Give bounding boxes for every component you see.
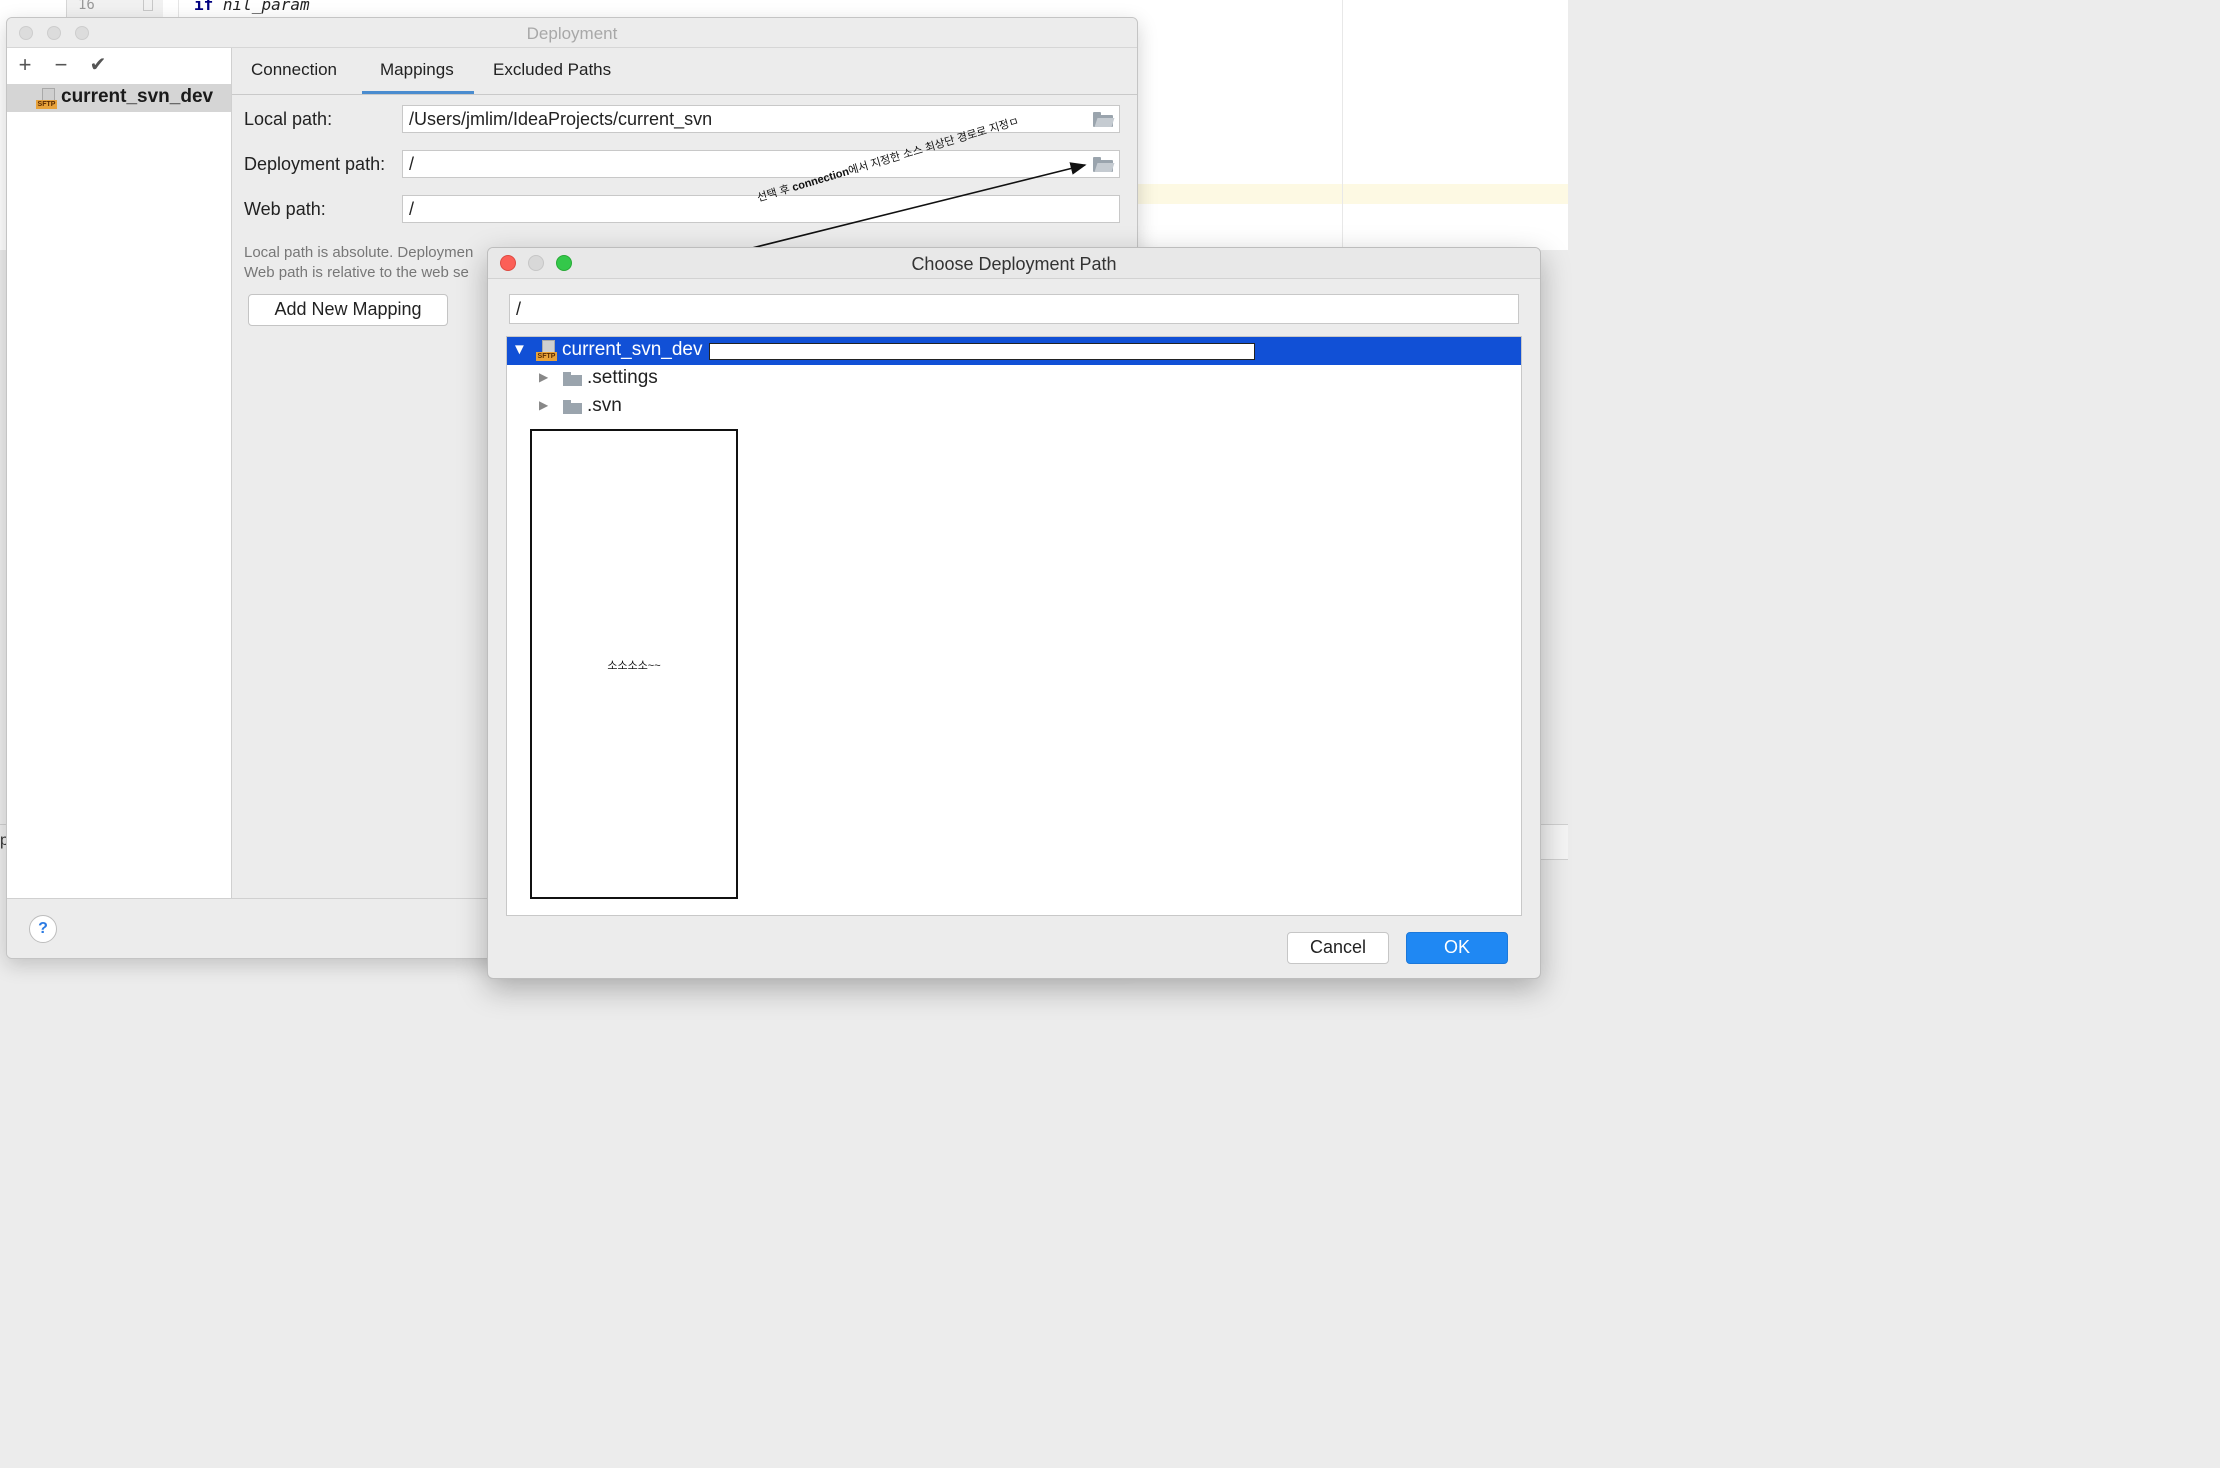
- code-keyword: if: [194, 0, 214, 14]
- active-tab-indicator: [362, 91, 474, 94]
- add-new-mapping-button[interactable]: Add New Mapping: [248, 294, 448, 326]
- tab-connection[interactable]: Connection: [251, 60, 337, 80]
- browse-folder-icon[interactable]: [1093, 157, 1115, 172]
- checkmark-icon[interactable]: ✔: [87, 54, 109, 76]
- gutter-separator: [178, 0, 179, 18]
- folder-icon: [563, 400, 582, 414]
- tree-item-settings[interactable]: ▶ .settings: [507, 365, 1521, 393]
- help-button[interactable]: ?: [29, 915, 57, 943]
- tree-root-label: current_svn_dev: [562, 339, 703, 360]
- code-line[interactable]: if nil_param: [194, 0, 310, 14]
- tab-bar: [232, 48, 1137, 95]
- deployment-titlebar: Deployment: [7, 18, 1137, 48]
- code-identifier: nil_param: [222, 0, 310, 14]
- expand-arrow-icon[interactable]: ▼: [512, 341, 527, 358]
- chooser-titlebar: Choose Deployment Path: [488, 248, 1540, 279]
- path-input[interactable]: /: [509, 294, 1519, 324]
- ok-button[interactable]: OK: [1406, 932, 1508, 964]
- current-line-highlight: [1136, 184, 1568, 204]
- line-number: 16: [78, 0, 95, 13]
- tab-mappings[interactable]: Mappings: [380, 60, 454, 80]
- tree-item-svn[interactable]: ▶ .svn: [507, 393, 1521, 421]
- mapping-help-line2: Web path is relative to the web se: [244, 264, 469, 281]
- server-list-sidebar: [7, 48, 232, 898]
- add-icon[interactable]: +: [14, 54, 36, 76]
- sftp-server-icon: SFTP: [36, 88, 58, 110]
- annotation-arrow: [751, 162, 1087, 249]
- window-title: Deployment: [526, 24, 618, 43]
- tree-item-label: .svn: [587, 395, 622, 416]
- tree-item-label: .settings: [587, 367, 658, 388]
- deployment-path-label: Deployment path:: [244, 154, 386, 174]
- local-path-label: Local path:: [244, 109, 333, 129]
- redacted-path-box: [709, 343, 1255, 360]
- choose-deployment-path-dialog: Choose Deployment Path / ▼ SFTP current_…: [487, 247, 1541, 979]
- tab-excluded-paths[interactable]: Excluded Paths: [493, 60, 611, 80]
- redaction-box: 소소소소~~: [530, 429, 738, 899]
- editor-bottom-strip: [1540, 824, 1568, 860]
- remote-file-tree[interactable]: ▼ SFTP current_svn_dev ▶ .settings ▶ .sv…: [506, 336, 1522, 916]
- mapping-help-line1: Local path is absolute. Deploymen: [244, 244, 474, 261]
- redaction-label: 소소소소~~: [607, 660, 661, 672]
- cancel-button[interactable]: Cancel: [1287, 932, 1389, 964]
- web-path-label: Web path:: [244, 199, 326, 219]
- collapse-arrow-icon[interactable]: ▶: [539, 370, 548, 384]
- tree-root-row[interactable]: ▼ SFTP current_svn_dev: [507, 337, 1521, 365]
- sftp-server-icon: SFTP: [536, 340, 558, 362]
- remove-icon[interactable]: −: [50, 54, 72, 76]
- server-name: current_svn_dev: [61, 86, 214, 107]
- browse-folder-icon[interactable]: [1093, 112, 1115, 127]
- collapse-arrow-icon[interactable]: ▶: [539, 398, 548, 412]
- fold-marker-icon[interactable]: [143, 0, 153, 11]
- dialog-title: Choose Deployment Path: [911, 254, 1117, 274]
- right-margin-guide: [1342, 0, 1343, 250]
- folder-icon: [563, 372, 582, 386]
